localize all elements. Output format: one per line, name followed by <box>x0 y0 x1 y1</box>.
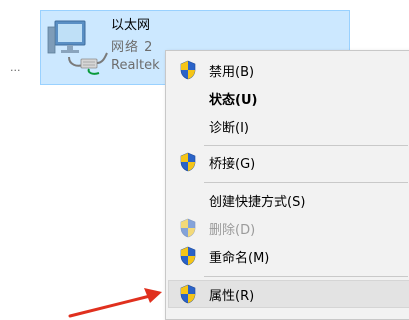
menu-separator <box>204 145 408 146</box>
menu-item-delete: 删除(D) <box>169 215 409 241</box>
uac-shield-icon <box>180 246 196 266</box>
context-menu: 禁用(B) 状态(U) 诊断(I) 桥接(G) 创建快捷方式(S) 删除(D) <box>165 50 409 320</box>
menu-item-label: 删除(D) <box>209 223 256 238</box>
truncated-text: ... <box>10 61 21 74</box>
menu-item-diagnose[interactable]: 诊断(I) <box>169 113 409 139</box>
uac-shield-icon <box>180 218 196 238</box>
uac-shield-icon <box>180 152 196 172</box>
adapter-device: Realtek <box>111 58 160 73</box>
menu-item-label: 重命名(M) <box>209 251 270 266</box>
menu-item-create-shortcut[interactable]: 创建快捷方式(S) <box>169 187 409 213</box>
menu-item-label: 禁用(B) <box>209 65 255 80</box>
menu-item-status[interactable]: 状态(U) <box>169 85 409 111</box>
network-adapter-icon <box>47 20 108 75</box>
menu-item-label: 桥接(G) <box>209 157 256 172</box>
adapter-name: 以太网 <box>111 18 151 33</box>
menu-item-properties[interactable]: 属性(R) <box>168 280 409 308</box>
menu-item-label: 属性(R) <box>209 289 255 304</box>
menu-item-rename[interactable]: 重命名(M) <box>169 243 409 269</box>
menu-item-label: 创建快捷方式(S) <box>209 195 306 210</box>
menu-item-bridge[interactable]: 桥接(G) <box>169 149 409 175</box>
menu-item-disable[interactable]: 禁用(B) <box>169 57 409 83</box>
menu-separator <box>204 276 408 277</box>
menu-separator <box>204 182 408 183</box>
uac-shield-icon <box>180 284 196 304</box>
menu-item-label: 状态(U) <box>209 93 258 108</box>
menu-item-label: 诊断(I) <box>209 121 249 136</box>
uac-shield-icon <box>180 60 196 80</box>
adapter-network: 网络 2 <box>111 40 154 55</box>
